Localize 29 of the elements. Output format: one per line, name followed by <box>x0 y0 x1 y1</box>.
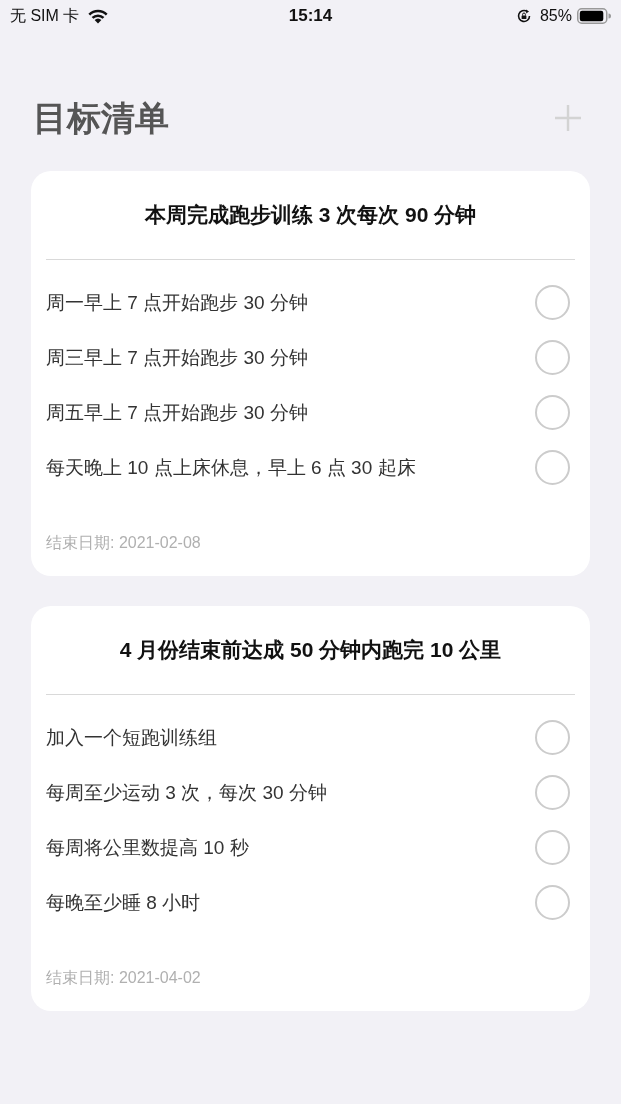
task-checkbox[interactable] <box>535 775 570 810</box>
plus-icon <box>554 104 582 132</box>
task-text: 周三早上 7 点开始跑步 30 分钟 <box>46 345 308 370</box>
add-button[interactable] <box>553 103 583 133</box>
task-text: 周五早上 7 点开始跑步 30 分钟 <box>46 400 308 425</box>
task-text: 每天晚上 10 点上床休息，早上 6 点 30 起床 <box>46 455 416 480</box>
task-text: 每周将公里数提高 10 秒 <box>46 835 249 860</box>
battery-icon <box>577 8 611 24</box>
end-date-text: 结束日期: 2021-02-08 <box>46 533 201 553</box>
end-date-text: 结束日期: 2021-04-02 <box>46 968 201 988</box>
clock-time: 15:14 <box>288 5 333 28</box>
goal-title: 4 月份结束前达成 50 分钟内跑完 10 公里 <box>119 637 502 663</box>
task-text: 加入一个短跑训练组 <box>46 725 217 750</box>
wifi-icon <box>87 8 110 24</box>
task-checkbox[interactable] <box>535 720 570 755</box>
task-checkbox[interactable] <box>535 830 570 865</box>
task-checkbox[interactable] <box>535 450 570 485</box>
task-checkbox[interactable] <box>535 885 570 920</box>
task-text: 每晚至少睡 8 小时 <box>46 890 201 915</box>
task-checkbox[interactable] <box>535 395 570 430</box>
rotation-lock-icon <box>515 8 532 24</box>
task-text: 每周至少运动 3 次，每次 30 分钟 <box>46 780 327 805</box>
battery-percentage: 85% <box>539 6 572 26</box>
task-text: 周一早上 7 点开始跑步 30 分钟 <box>46 290 308 315</box>
carrier-text: 无 SIM 卡 <box>10 6 80 26</box>
task-checkbox[interactable] <box>535 340 570 375</box>
task-checkbox[interactable] <box>535 285 570 320</box>
page-title: 目标清单 <box>33 98 169 139</box>
goal-title: 本周完成跑步训练 3 次每次 90 分钟 <box>144 202 477 228</box>
